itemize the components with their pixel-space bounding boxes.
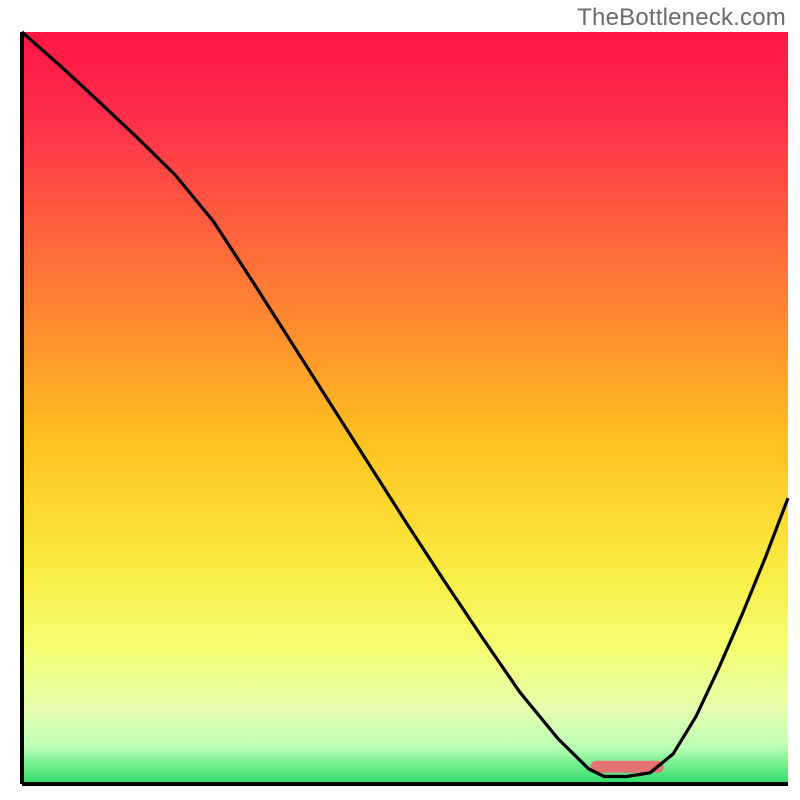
watermark-text: TheBottleneck.com — [577, 4, 786, 32]
bottleneck-chart — [0, 0, 800, 800]
gradient-background — [22, 32, 788, 784]
chart-container: { "watermark": "TheBottleneck.com", "bac… — [0, 0, 800, 800]
